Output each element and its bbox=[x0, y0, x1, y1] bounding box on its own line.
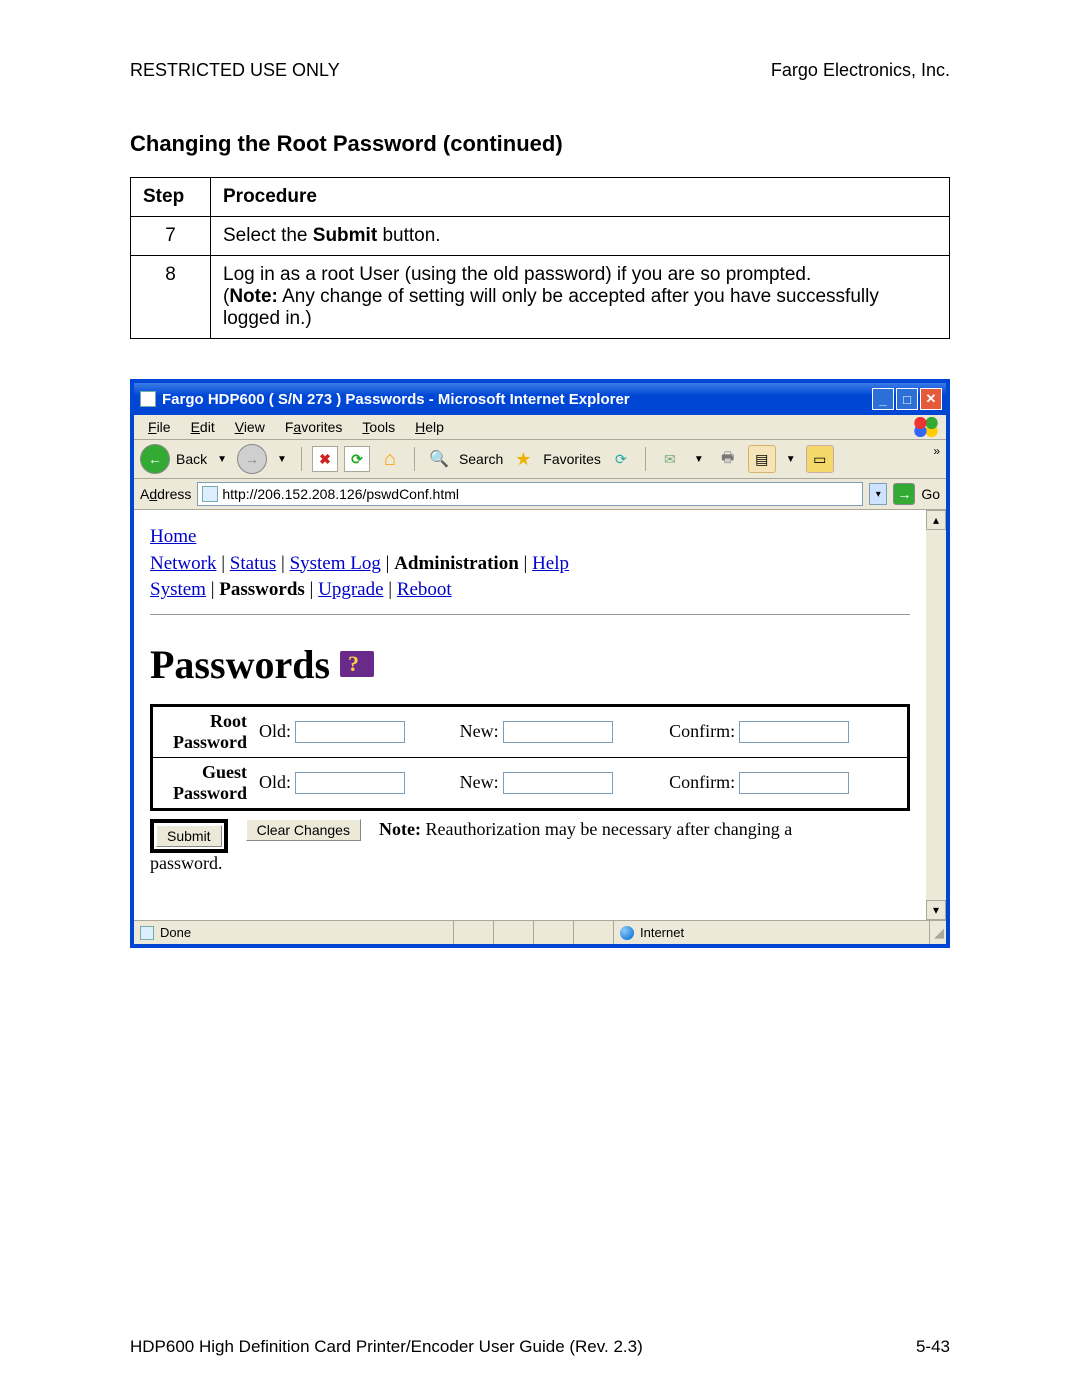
breadcrumb: Home Network | Status | System Log | Adm… bbox=[150, 524, 910, 604]
close-button[interactable]: ✕ bbox=[920, 388, 942, 410]
go-label: Go bbox=[921, 486, 940, 502]
menu-tools[interactable]: Tools bbox=[354, 417, 403, 437]
submit-highlight: Submit bbox=[150, 819, 228, 853]
help-book-icon bbox=[340, 651, 374, 677]
address-dropdown[interactable]: ▾ bbox=[869, 483, 887, 505]
go-button[interactable]: → bbox=[893, 483, 915, 505]
resize-grip[interactable]: ◢ bbox=[930, 925, 946, 941]
address-value: http://206.152.208.126/pswdConf.html bbox=[222, 486, 858, 502]
submit-button[interactable]: Submit bbox=[156, 825, 222, 847]
procedure-table: Step Procedure 7 Select the Submit butto… bbox=[130, 177, 950, 339]
nav-upgrade[interactable]: Upgrade bbox=[318, 579, 383, 600]
internet-zone-icon bbox=[620, 926, 634, 940]
header-right: Fargo Electronics, Inc. bbox=[771, 60, 950, 81]
window-title: Fargo HDP600 ( S/N 273 ) Passwords - Mic… bbox=[162, 391, 630, 408]
root-password-row: RootPassword Old: New: Confirm: bbox=[153, 707, 907, 758]
favorites-label[interactable]: Favorites bbox=[543, 451, 601, 467]
step-num: 7 bbox=[131, 217, 211, 256]
address-input[interactable]: http://206.152.208.126/pswdConf.html bbox=[197, 482, 863, 506]
step-proc: Select the Submit button. bbox=[211, 217, 950, 256]
search-icon[interactable]: 🔍 bbox=[425, 445, 453, 473]
step-proc: Log in as a root User (using the old pas… bbox=[211, 256, 950, 339]
col-step: Step bbox=[131, 178, 211, 217]
step-num: 8 bbox=[131, 256, 211, 339]
nav-administration: Administration bbox=[394, 553, 519, 574]
back-dropdown[interactable]: ▼ bbox=[213, 454, 231, 465]
section-title: Changing the Root Password (continued) bbox=[130, 131, 950, 157]
root-new-input[interactable] bbox=[503, 721, 613, 743]
menu-bar: File Edit View Favorites Tools Help bbox=[134, 415, 946, 440]
page-icon bbox=[140, 926, 154, 940]
menu-favorites[interactable]: Favorites bbox=[277, 417, 351, 437]
root-old-input[interactable] bbox=[295, 721, 405, 743]
guest-password-row: GuestPassword Old: New: Confirm: bbox=[153, 757, 907, 808]
table-row: 7 Select the Submit button. bbox=[131, 217, 950, 256]
passwords-heading: Passwords bbox=[150, 641, 910, 688]
stop-button[interactable]: ✖ bbox=[312, 446, 338, 472]
home-button[interactable]: ⌂ bbox=[376, 445, 404, 473]
guest-old-input[interactable] bbox=[295, 772, 405, 794]
title-bar: Fargo HDP600 ( S/N 273 ) Passwords - Mic… bbox=[134, 383, 946, 415]
nav-systemlog[interactable]: System Log bbox=[290, 553, 381, 574]
back-label: Back bbox=[176, 451, 207, 467]
guest-confirm-input[interactable] bbox=[739, 772, 849, 794]
address-bar: Address http://206.152.208.126/pswdConf.… bbox=[134, 479, 946, 510]
nav-network[interactable]: Network bbox=[150, 553, 216, 574]
nav-help[interactable]: Help bbox=[532, 553, 569, 574]
nav-passwords: Passwords bbox=[219, 579, 305, 600]
root-confirm-input[interactable] bbox=[739, 721, 849, 743]
address-label: Address bbox=[140, 486, 191, 502]
nav-reboot[interactable]: Reboot bbox=[397, 579, 452, 600]
menu-edit[interactable]: Edit bbox=[183, 417, 223, 437]
menu-help[interactable]: Help bbox=[407, 417, 452, 437]
guest-new-input[interactable] bbox=[503, 772, 613, 794]
scroll-up-button[interactable]: ▴ bbox=[926, 510, 946, 530]
root-label: RootPassword bbox=[153, 707, 253, 758]
nav-home[interactable]: Home bbox=[150, 526, 196, 547]
page-icon bbox=[202, 486, 218, 502]
browser-window: Fargo HDP600 ( S/N 273 ) Passwords - Mic… bbox=[130, 379, 950, 948]
media-button[interactable]: ⟳ bbox=[607, 445, 635, 473]
discuss-button[interactable]: ▭ bbox=[806, 445, 834, 473]
scroll-down-button[interactable]: ▾ bbox=[926, 900, 946, 920]
menu-view[interactable]: View bbox=[227, 417, 273, 437]
status-done: Done bbox=[160, 925, 191, 940]
menu-file[interactable]: File bbox=[140, 417, 179, 437]
table-row: 8 Log in as a root User (using the old p… bbox=[131, 256, 950, 339]
print-button[interactable]: 🖶 bbox=[714, 445, 742, 473]
status-zone: Internet bbox=[640, 925, 684, 940]
page-content: Home Network | Status | System Log | Adm… bbox=[134, 510, 926, 920]
nav-system[interactable]: System bbox=[150, 579, 206, 600]
refresh-button[interactable]: ⟳ bbox=[344, 446, 370, 472]
col-procedure: Procedure bbox=[211, 178, 950, 217]
search-label[interactable]: Search bbox=[459, 451, 503, 467]
footer-left: HDP600 High Definition Card Printer/Enco… bbox=[130, 1337, 643, 1357]
edit-button[interactable]: ▤ bbox=[748, 445, 776, 473]
back-button[interactable]: ← bbox=[140, 444, 170, 474]
note-continuation: password. bbox=[150, 853, 910, 874]
guest-label: GuestPassword bbox=[153, 757, 253, 808]
footer-right: 5-43 bbox=[916, 1337, 950, 1357]
ie-icon bbox=[140, 391, 156, 407]
minimize-button[interactable]: _ bbox=[872, 388, 894, 410]
password-form: RootPassword Old: New: Confirm: GuestPas… bbox=[150, 704, 910, 811]
status-bar: Done Internet ◢ bbox=[134, 920, 946, 944]
toolbar-overflow[interactable]: » bbox=[933, 444, 940, 458]
scrollbar[interactable]: ▴ ▾ bbox=[926, 510, 946, 920]
mail-button[interactable]: ✉ bbox=[656, 445, 684, 473]
forward-button[interactable]: → bbox=[237, 444, 267, 474]
clear-changes-button[interactable]: Clear Changes bbox=[246, 819, 361, 841]
nav-status[interactable]: Status bbox=[230, 553, 276, 574]
header-left: RESTRICTED USE ONLY bbox=[130, 60, 340, 81]
maximize-button[interactable]: □ bbox=[896, 388, 918, 410]
favorites-icon[interactable]: ★ bbox=[509, 445, 537, 473]
windows-flag-icon bbox=[912, 417, 940, 437]
forward-dropdown[interactable]: ▼ bbox=[273, 454, 291, 465]
toolbar: ← Back ▼ → ▼ ✖ ⟳ ⌂ 🔍 Search ★ Favorites … bbox=[134, 440, 946, 479]
